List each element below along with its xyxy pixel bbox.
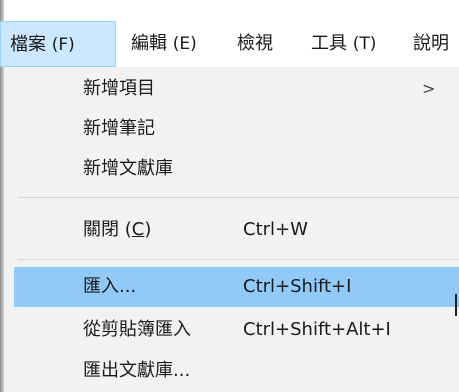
import-clipboard-label: 從剪貼簿匯入 [83,319,191,340]
menu-edit-label: 編輯 [131,33,167,54]
menu-bar: 檔案 (F) 編輯 (E) 檢視 工具 (T) 說明 [0,21,459,67]
menu-file-label: 檔案 [10,34,46,55]
menu-item-import-clipboard[interactable]: 從剪貼簿匯入 Ctrl+Shift+Alt+I [14,310,459,350]
menu-item-close[interactable]: 關閉 (C) Ctrl+W [14,210,459,250]
menu-item-new-library[interactable]: 新增文獻庫 [14,149,459,189]
menu-help-label: 說明 [413,33,449,54]
menu-item-new-item[interactable]: 新增項目 > [14,69,459,109]
submenu-arrow-icon: > [422,79,436,98]
import-shortcut: Ctrl+Shift+I [243,276,352,297]
menu-help[interactable]: 說明 [404,21,449,67]
file-menu-dropdown: 新增項目 > 新增筆記 新增文獻庫 關閉 (C) Ctrl+W 匯入... Ct… [4,67,459,392]
menu-tools[interactable]: 工具 (T) [302,21,385,67]
close-shortcut: Ctrl+W [243,219,308,240]
menu-view-label: 檢視 [237,33,273,54]
close-label-text: 關閉 [83,219,119,240]
menu-edit-mnemonic: (E) [172,34,197,54]
menu-item-export-library[interactable]: 匯出文獻庫... [14,351,459,391]
import-label: 匯入... [83,276,137,297]
new-library-label: 新增文獻庫 [83,158,173,179]
menu-tools-label: 工具 [311,33,347,54]
menu-edit[interactable]: 編輯 (E) [122,21,206,67]
import-clipboard-shortcut: Ctrl+Shift+Alt+I [243,319,391,340]
text-cursor [455,294,457,316]
export-library-label: 匯出文獻庫... [83,360,191,381]
menu-item-import[interactable]: 匯入... Ctrl+Shift+I [14,267,459,307]
new-note-label: 新增筆記 [83,118,155,139]
close-mnemonic-key: C [131,219,145,240]
menu-file[interactable]: 檔案 (F) [0,21,116,67]
menu-separator [18,197,459,198]
menu-item-new-note[interactable]: 新增筆記 [14,109,459,149]
menu-file-mnemonic: (F) [51,35,75,55]
menu-tools-mnemonic: (T) [352,34,377,54]
menu-separator [18,259,459,260]
close-label: 關閉 (C) [83,210,151,250]
new-item-label: 新增項目 [83,78,155,99]
close-mnemonic-open: ( [124,219,132,240]
menu-view[interactable]: 檢視 [228,21,282,67]
close-mnemonic-close: ) [144,219,152,240]
